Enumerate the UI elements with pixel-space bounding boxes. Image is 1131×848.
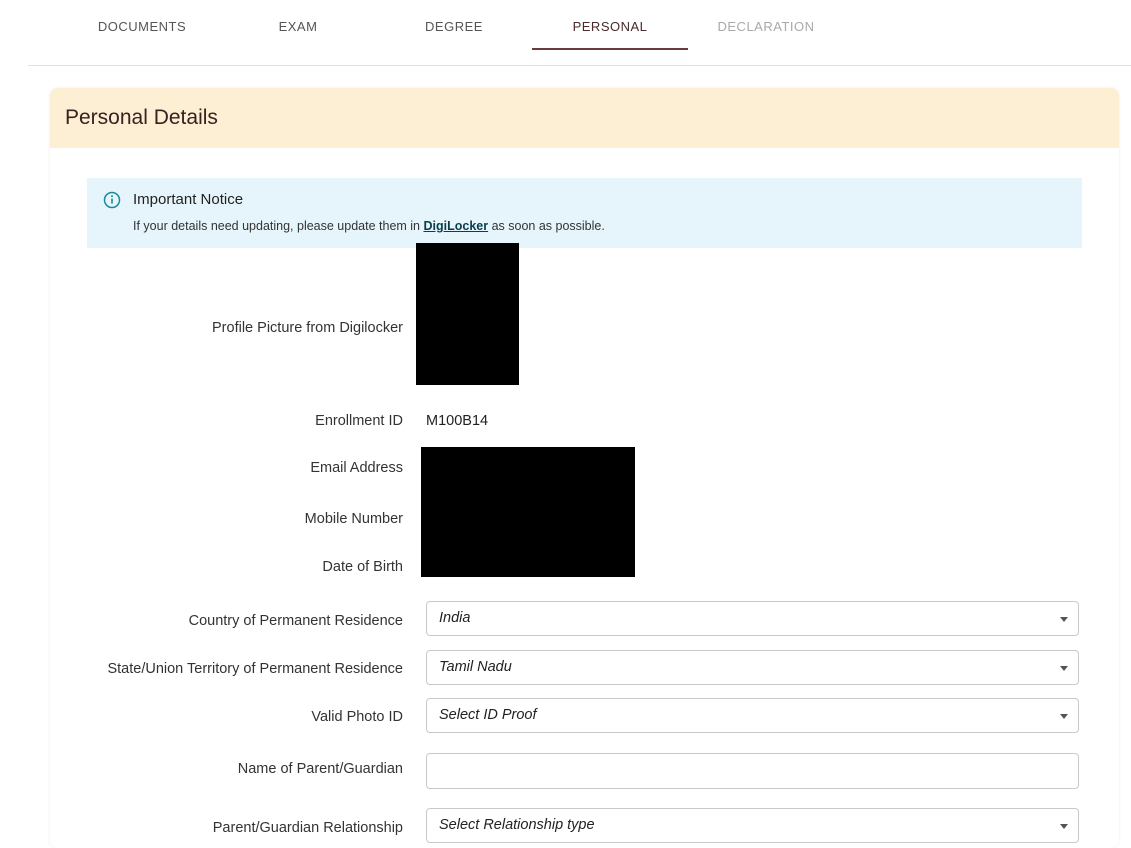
card-header: Personal Details (50, 88, 1119, 148)
redacted-contact-details (421, 447, 635, 577)
email-label: Email Address (310, 460, 403, 476)
tab-declaration[interactable]: DECLARATION (688, 0, 844, 50)
chevron-down-icon (1060, 617, 1068, 622)
relationship-select[interactable]: Select Relationship type (426, 808, 1079, 843)
chevron-down-icon (1060, 824, 1068, 829)
important-notice: Important Notice If your details need up… (87, 178, 1082, 248)
profile-picture (416, 243, 519, 385)
profile-picture-label: Profile Picture from Digilocker (212, 320, 403, 336)
photo-id-value: Select ID Proof (439, 707, 537, 723)
tab-personal[interactable]: PERSONAL (532, 0, 688, 50)
photo-id-select[interactable]: Select ID Proof (426, 698, 1079, 733)
country-select[interactable]: India (426, 601, 1079, 636)
state-value: Tamil Nadu (439, 659, 512, 675)
notice-text-before: If your details need updating, please up… (133, 219, 424, 233)
tab-exam[interactable]: EXAM (220, 0, 376, 50)
parent-name-input[interactable] (426, 753, 1079, 789)
enrollment-id-label: Enrollment ID (315, 413, 403, 429)
digilocker-link[interactable]: DigiLocker (423, 219, 488, 233)
mobile-label: Mobile Number (304, 511, 403, 527)
chevron-down-icon (1060, 666, 1068, 671)
relationship-value: Select Relationship type (439, 817, 595, 833)
country-label: Country of Permanent Residence (188, 613, 403, 629)
section-title: Personal Details (65, 106, 218, 129)
notice-body: If your details need updating, please up… (133, 219, 605, 233)
tab-degree[interactable]: DEGREE (376, 0, 532, 50)
state-label: State/Union Territory of Permanent Resid… (107, 661, 403, 677)
parent-name-label: Name of Parent/Guardian (237, 761, 403, 777)
photo-id-label: Valid Photo ID (311, 709, 403, 725)
step-tabs: DOCUMENTS EXAM DEGREE PERSONAL DECLARATI… (0, 0, 1131, 66)
dob-label: Date of Birth (322, 559, 403, 575)
tab-documents[interactable]: DOCUMENTS (64, 0, 220, 50)
info-icon (103, 191, 121, 209)
country-value: India (439, 610, 471, 626)
chevron-down-icon (1060, 714, 1068, 719)
notice-title: Important Notice (133, 191, 244, 208)
relationship-label: Parent/Guardian Relationship (212, 820, 403, 836)
tabs-divider (28, 65, 1131, 66)
notice-text-after: as soon as possible. (488, 219, 605, 233)
enrollment-id-value: M100B14 (426, 413, 489, 429)
state-select[interactable]: Tamil Nadu (426, 650, 1079, 685)
